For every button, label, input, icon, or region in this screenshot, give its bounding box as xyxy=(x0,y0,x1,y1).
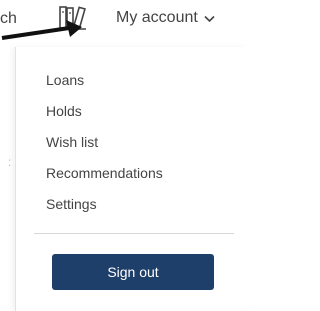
my-account-label: My account xyxy=(116,9,198,26)
menu-item-wish-list[interactable]: Wish list xyxy=(46,132,163,163)
sign-out-button[interactable]: Sign out xyxy=(52,254,214,290)
my-account-dropdown-toggle[interactable]: My account xyxy=(116,9,215,27)
panel-edge-mark: : xyxy=(8,155,12,169)
menu-item-loans[interactable]: Loans xyxy=(46,70,163,101)
chevron-down-icon xyxy=(204,15,215,23)
menu-item-settings[interactable]: Settings xyxy=(46,194,163,225)
account-menu: Loans Holds Wish list Recommendations Se… xyxy=(46,70,163,225)
menu-divider xyxy=(34,233,234,234)
menu-item-recommendations[interactable]: Recommendations xyxy=(46,163,163,194)
menu-item-holds[interactable]: Holds xyxy=(46,101,163,132)
